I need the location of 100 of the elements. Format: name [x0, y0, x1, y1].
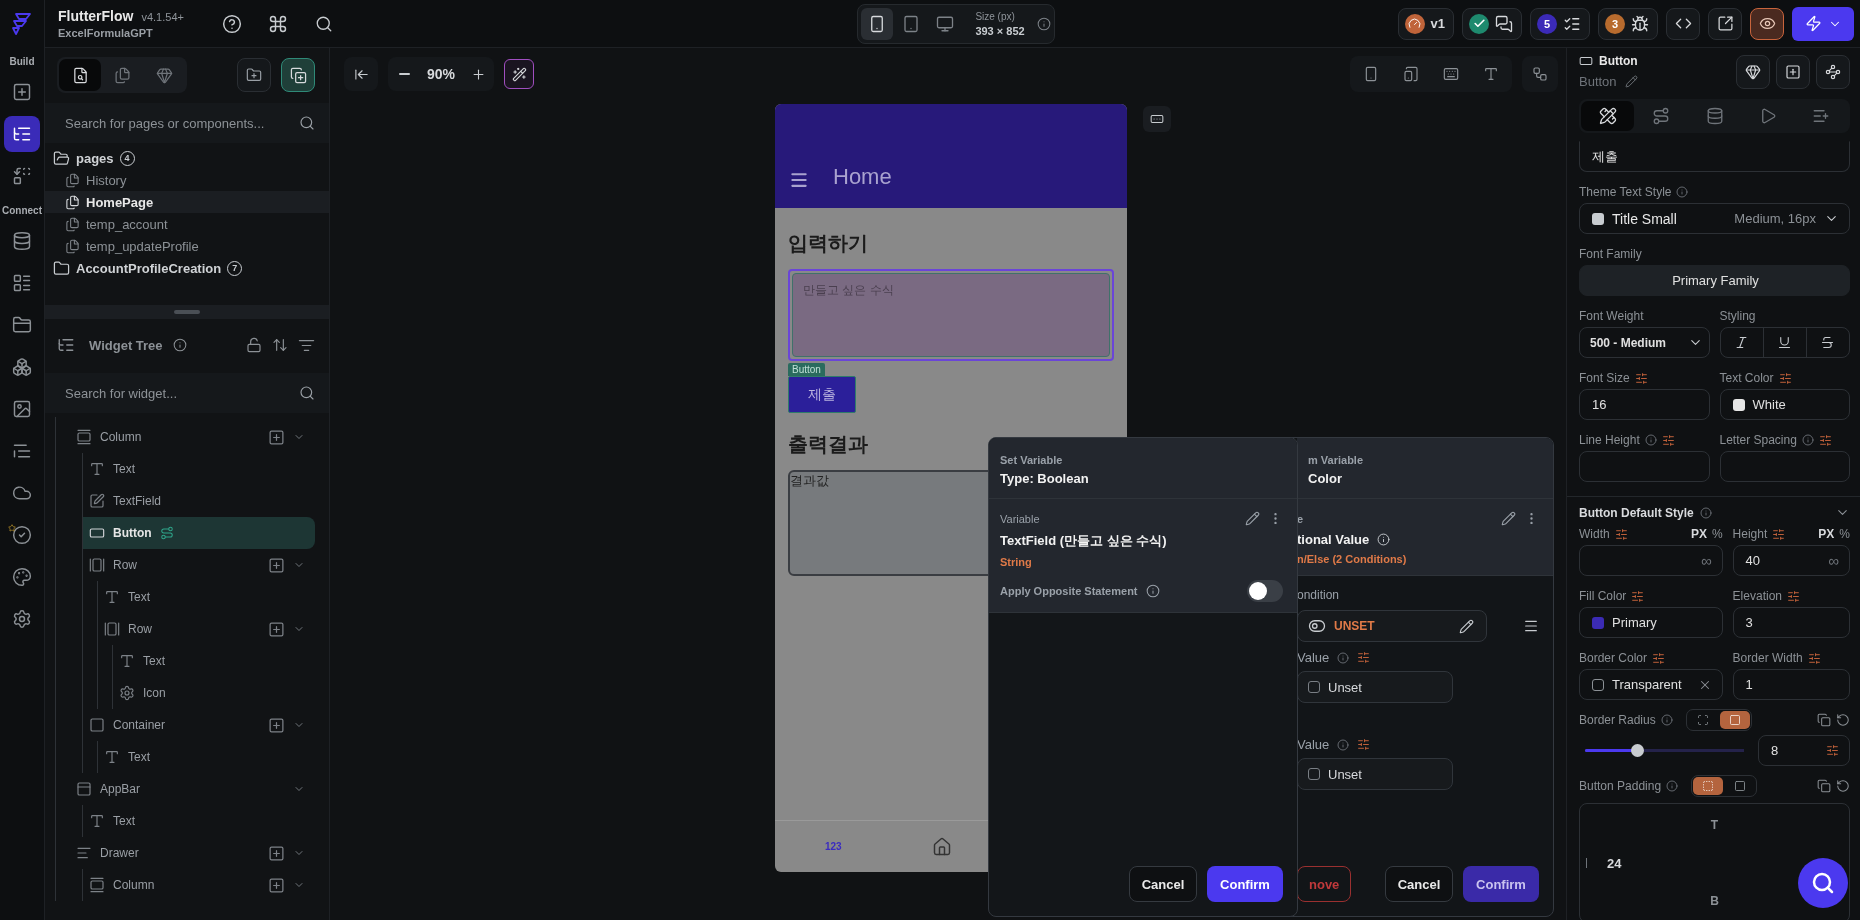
- tree-item[interactable]: Column: [83, 869, 315, 901]
- square-icon[interactable]: [1728, 714, 1741, 726]
- tree-item[interactable]: Drawer: [56, 837, 315, 869]
- add-child-icon[interactable]: [268, 620, 285, 638]
- unit-option[interactable]: %: [1839, 527, 1850, 541]
- variable-icon[interactable]: [1772, 527, 1786, 541]
- variable-icon[interactable]: [1631, 589, 1645, 603]
- add-child-icon[interactable]: [268, 428, 285, 446]
- property-field[interactable]: White: [1719, 389, 1850, 420]
- issues-badge[interactable]: 5: [1530, 7, 1590, 40]
- tree-item[interactable]: Text: [98, 581, 315, 613]
- property-field[interactable]: 40 ∞: [1732, 545, 1850, 576]
- weight-select[interactable]: 500 - Medium: [1579, 327, 1710, 358]
- variable-icon[interactable]: [1787, 589, 1800, 603]
- tree-item[interactable]: Row: [98, 613, 315, 645]
- page-item[interactable]: HomePage: [45, 191, 329, 213]
- property-field[interactable]: 1: [1732, 669, 1850, 700]
- value-field[interactable]: Unset: [1297, 671, 1453, 703]
- search-input[interactable]: Search for widget...: [63, 384, 299, 402]
- folder-item[interactable]: AccountProfileCreation 7: [45, 257, 329, 279]
- gem-button[interactable]: [1736, 54, 1770, 89]
- search-field[interactable]: Search for widget...: [45, 373, 329, 413]
- square-icon[interactable]: [1734, 780, 1747, 792]
- edit-icon[interactable]: [1501, 511, 1516, 526]
- submit-button[interactable]: 제출: [788, 376, 856, 413]
- add-child-icon[interactable]: [268, 876, 285, 894]
- edit-icon[interactable]: [1459, 618, 1474, 634]
- variable-icon[interactable]: [1634, 371, 1648, 385]
- property-field[interactable]: ∞: [1579, 545, 1723, 576]
- add-child-icon[interactable]: [268, 556, 285, 574]
- tree-item[interactable]: Row: [83, 549, 315, 581]
- padding-icon[interactable]: [1702, 780, 1715, 792]
- property-field[interactable]: 16: [1579, 389, 1710, 420]
- drag-handle-icon[interactable]: [1523, 618, 1539, 634]
- tree-item[interactable]: Text: [113, 645, 315, 677]
- property-field[interactable]: Transparent: [1579, 669, 1723, 700]
- unit-option[interactable]: PX: [1690, 527, 1707, 541]
- bugs-badge[interactable]: 3: [1598, 7, 1658, 40]
- corners-icon[interactable]: [1696, 714, 1709, 726]
- property-field[interactable]: Primary: [1579, 607, 1723, 638]
- panel-tab[interactable]: [59, 59, 101, 91]
- edit-icon[interactable]: [1245, 511, 1260, 526]
- folder-item[interactable]: pages 4: [45, 147, 329, 169]
- open-button[interactable]: [1708, 7, 1742, 40]
- tree-item[interactable]: AppBar: [56, 773, 315, 805]
- confirm-button[interactable]: Confirm: [1207, 866, 1283, 902]
- menu-icon[interactable]: [789, 170, 809, 190]
- tree-item[interactable]: Text: [98, 741, 315, 773]
- device-button[interactable]: [861, 7, 894, 40]
- property-field[interactable]: 8: [1758, 735, 1850, 766]
- search-input[interactable]: Search for pages or components...: [63, 114, 299, 132]
- variable-icon[interactable]: [1818, 433, 1832, 447]
- logo-icon[interactable]: [10, 12, 34, 36]
- variable-icon[interactable]: [1357, 651, 1371, 664]
- resize-handle[interactable]: [45, 305, 329, 319]
- property-field[interactable]: [1719, 451, 1850, 482]
- toggle-switch[interactable]: [1247, 580, 1283, 602]
- variable-icon[interactable]: [1807, 651, 1821, 665]
- add-page-button[interactable]: [281, 58, 315, 92]
- tree-item[interactable]: TextField: [83, 485, 315, 517]
- confirm-button[interactable]: Confirm: [1463, 866, 1539, 902]
- text-field[interactable]: 제출: [1579, 141, 1850, 172]
- page-item[interactable]: temp_updateProfile: [45, 235, 329, 257]
- tree-item[interactable]: Text: [83, 805, 315, 837]
- unit-option[interactable]: %: [1711, 527, 1723, 541]
- new-folder-button[interactable]: [237, 58, 271, 92]
- code-button[interactable]: [1666, 7, 1700, 40]
- font-family-button[interactable]: Primary Family: [1579, 265, 1850, 296]
- variable-icon[interactable]: [1826, 744, 1839, 757]
- value-field[interactable]: Unset: [1297, 758, 1453, 790]
- lock-icon[interactable]: [246, 337, 262, 353]
- layout-button[interactable]: [1143, 106, 1171, 132]
- tree-item[interactable]: Button: [83, 517, 315, 549]
- run-button[interactable]: [1792, 6, 1854, 41]
- search-field[interactable]: Search for pages or components...: [45, 103, 329, 143]
- slider-thumb[interactable]: [1631, 744, 1645, 757]
- page-item[interactable]: temp_account: [45, 213, 329, 235]
- tree-item[interactable]: Column: [56, 421, 315, 453]
- tree-item[interactable]: Text: [83, 453, 315, 485]
- variable-icon[interactable]: [1357, 738, 1371, 751]
- add-widget-button[interactable]: [1776, 54, 1810, 89]
- condition-field[interactable]: UNSET: [1297, 610, 1487, 642]
- chat-badge[interactable]: [1462, 7, 1522, 40]
- tree-item[interactable]: Icon: [113, 677, 315, 709]
- magic-button[interactable]: [504, 59, 535, 89]
- home-icon[interactable]: [931, 836, 952, 857]
- variable-icon[interactable]: [1778, 371, 1792, 385]
- add-child-icon[interactable]: [268, 844, 285, 862]
- property-field[interactable]: 3: [1732, 607, 1850, 638]
- copy-icon[interactable]: [1817, 779, 1831, 793]
- reset-icon[interactable]: [1836, 779, 1850, 793]
- variable-icon[interactable]: [1661, 433, 1675, 447]
- cancel-button[interactable]: Cancel: [1385, 866, 1453, 902]
- inspector-tab[interactable]: [1581, 101, 1635, 131]
- variable-icon[interactable]: [1652, 651, 1666, 665]
- add-child-icon[interactable]: [268, 716, 285, 734]
- flow-button[interactable]: [1816, 54, 1850, 89]
- copy-icon[interactable]: [1817, 713, 1831, 727]
- rail-button[interactable]: [4, 116, 40, 152]
- property-field[interactable]: [1579, 451, 1710, 482]
